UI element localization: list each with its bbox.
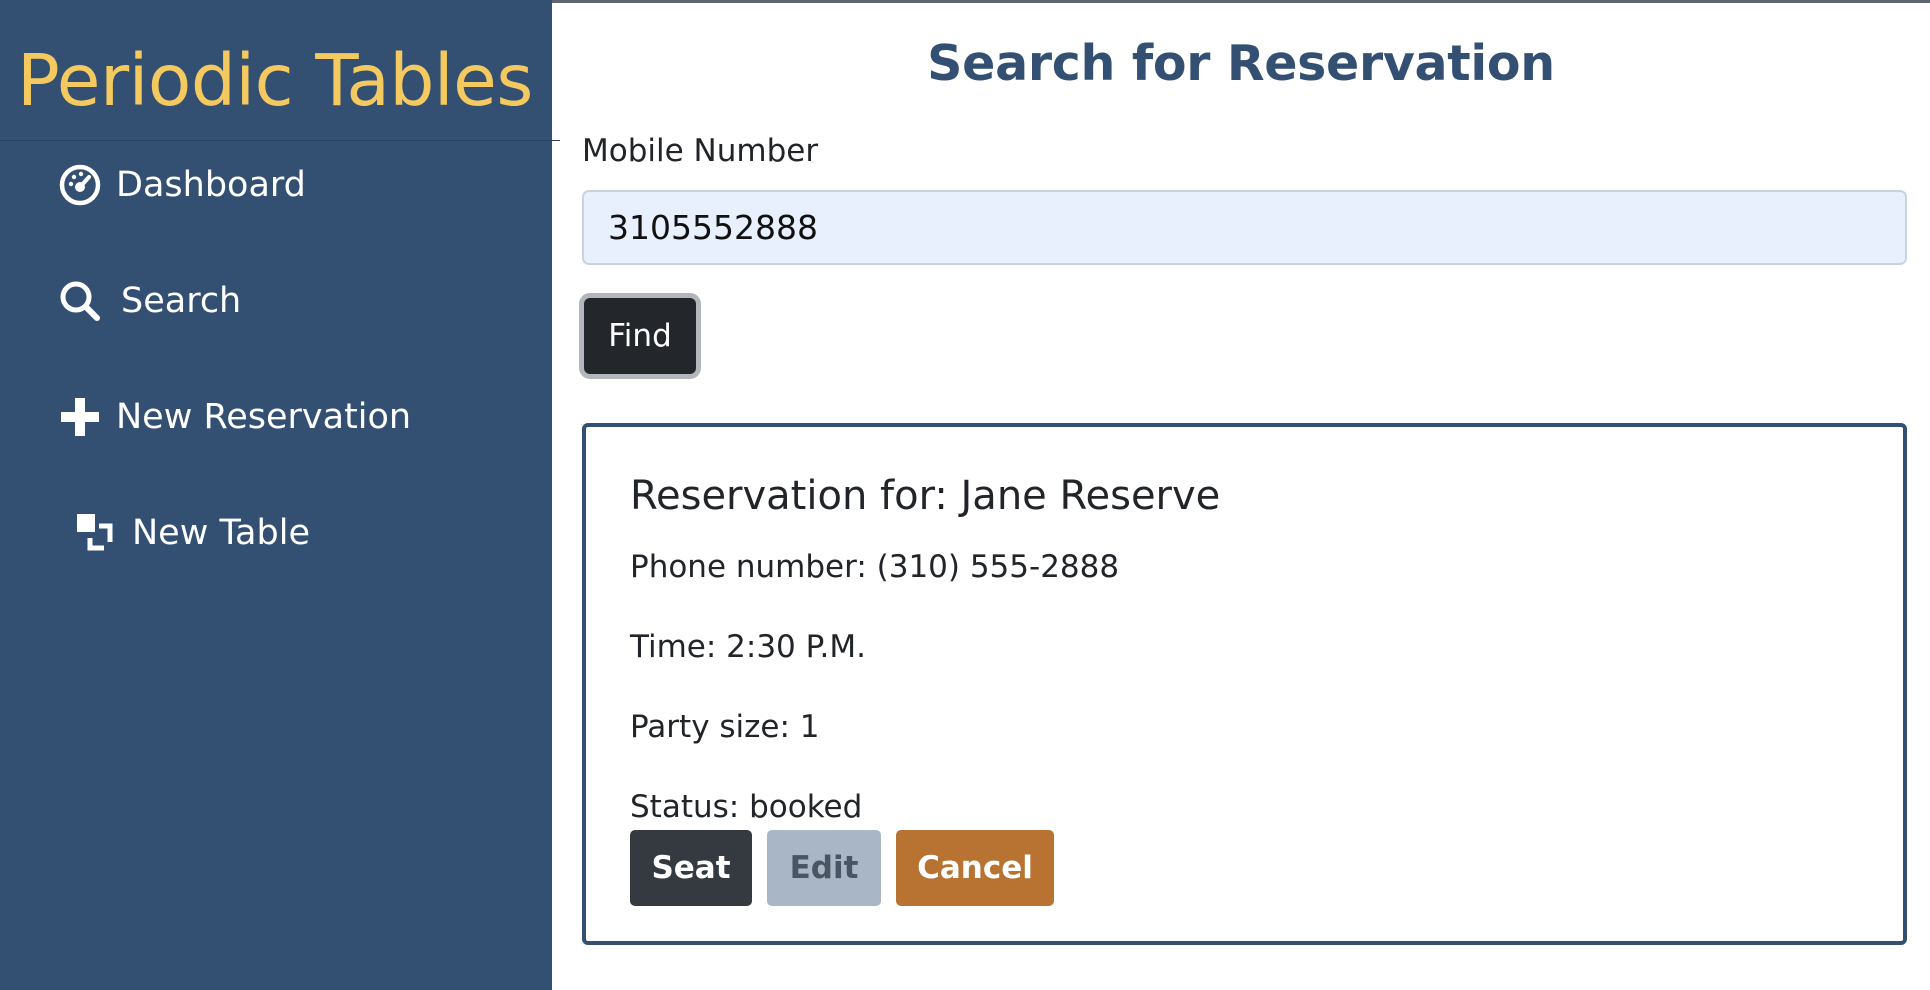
find-button[interactable]: Find bbox=[579, 293, 701, 379]
brand-title: Periodic Tables bbox=[17, 39, 533, 122]
mobile-number-label: Mobile Number bbox=[582, 133, 819, 169]
sidebar-item-label: Dashboard bbox=[116, 165, 306, 205]
reservation-card: Reservation for: Jane Reserve Phone numb… bbox=[582, 423, 1907, 945]
reservation-status: Status: booked bbox=[630, 789, 863, 825]
cancel-button[interactable]: Cancel bbox=[896, 830, 1054, 906]
page-title: Search for Reservation bbox=[927, 35, 1555, 92]
sidebar-item-search[interactable]: Search bbox=[58, 273, 241, 329]
dashboard-gauge-icon bbox=[58, 163, 102, 207]
seat-button[interactable]: Seat bbox=[630, 830, 752, 906]
sidebar: Periodic Tables Dashboard Search New Res… bbox=[0, 0, 560, 990]
sidebar-item-label: New Reservation bbox=[116, 397, 412, 437]
sidebar-divider bbox=[0, 140, 560, 141]
mobile-number-input[interactable] bbox=[582, 190, 1907, 265]
sidebar-item-label: New Table bbox=[132, 513, 310, 553]
reservation-party-size: Party size: 1 bbox=[630, 709, 820, 745]
reservation-title: Reservation for: Jane Reserve bbox=[630, 473, 1221, 519]
plus-icon bbox=[58, 395, 102, 439]
sidebar-item-new-reservation[interactable]: New Reservation bbox=[58, 389, 411, 445]
sidebar-item-label: Search bbox=[121, 281, 242, 321]
edit-button[interactable]: Edit bbox=[767, 830, 881, 906]
reservation-phone: Phone number: (310) 555-2888 bbox=[630, 549, 1120, 585]
reservation-time: Time: 2:30 P.M. bbox=[630, 629, 866, 665]
search-icon bbox=[58, 279, 102, 323]
sidebar-item-new-table[interactable]: New Table bbox=[74, 505, 310, 561]
sidebar-item-dashboard[interactable]: Dashboard bbox=[58, 157, 306, 213]
stacked-squares-icon bbox=[74, 511, 118, 555]
